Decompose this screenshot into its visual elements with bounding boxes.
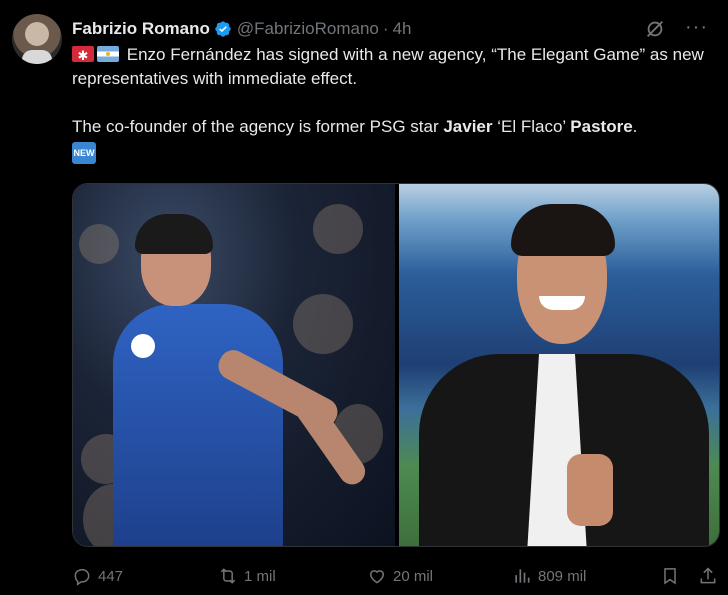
photo-enzo-fernandez[interactable] bbox=[73, 184, 395, 546]
separator-dot: · bbox=[382, 19, 389, 38]
share-icon bbox=[700, 567, 716, 584]
reply-button[interactable]: 447 bbox=[72, 566, 123, 586]
tweet-paragraph-1: Enzo Fernández has signed with a new age… bbox=[72, 43, 712, 91]
tweet-nickname: ‘El Flaco’ bbox=[492, 117, 571, 136]
like-button[interactable]: 20 mil bbox=[367, 566, 433, 586]
like-count: 20 mil bbox=[393, 567, 434, 585]
tweet-name-first: Javier bbox=[443, 117, 493, 136]
verified-badge-icon bbox=[214, 20, 232, 38]
tweet-line-2-suffix: . bbox=[632, 117, 638, 136]
share-button[interactable] bbox=[698, 566, 718, 586]
reply-count: 447 bbox=[98, 567, 124, 585]
repost-icon bbox=[220, 568, 236, 584]
views-button[interactable]: 809 mil bbox=[512, 566, 586, 586]
author-name[interactable]: Fabrizio Romano bbox=[72, 19, 210, 39]
tweet-header: Fabrizio Romano @FabrizioRomano · 4h ··· bbox=[72, 16, 708, 42]
argentina-flag-icon bbox=[97, 46, 119, 62]
author-handle[interactable]: @FabrizioRomano bbox=[237, 19, 379, 39]
tweet-timestamp[interactable]: 4h bbox=[393, 19, 412, 39]
repost-count: 1 mil bbox=[244, 567, 276, 585]
heart-icon bbox=[369, 570, 385, 584]
grok-icon[interactable] bbox=[644, 18, 666, 40]
tweet-name-last: Pastore bbox=[570, 117, 633, 136]
news-siren-flag-icon bbox=[72, 44, 94, 68]
tweet-line-1: Enzo Fernández has signed with a new age… bbox=[72, 45, 704, 88]
more-options-icon[interactable]: ··· bbox=[685, 16, 708, 38]
bookmark-icon bbox=[664, 568, 676, 585]
repost-button[interactable]: 1 mil bbox=[218, 566, 276, 586]
tweet-text: Enzo Fernández has signed with a new age… bbox=[72, 43, 712, 164]
tweet-line-2-prefix: The co-founder of the agency is former P… bbox=[72, 117, 444, 136]
reply-icon bbox=[74, 569, 90, 586]
author-avatar[interactable] bbox=[12, 14, 62, 64]
new-badge-icon: NEW bbox=[72, 142, 96, 164]
tweet-actions: 447 1 mil 20 mil 809 mil bbox=[72, 564, 722, 588]
photo-javier-pastore[interactable] bbox=[399, 184, 719, 546]
tweet-media[interactable] bbox=[72, 183, 720, 547]
bookmark-button[interactable] bbox=[660, 566, 680, 586]
views-icon bbox=[515, 569, 530, 583]
tweet-paragraph-2: The co-founder of the agency is former P… bbox=[72, 115, 712, 139]
views-count: 809 mil bbox=[538, 567, 587, 585]
